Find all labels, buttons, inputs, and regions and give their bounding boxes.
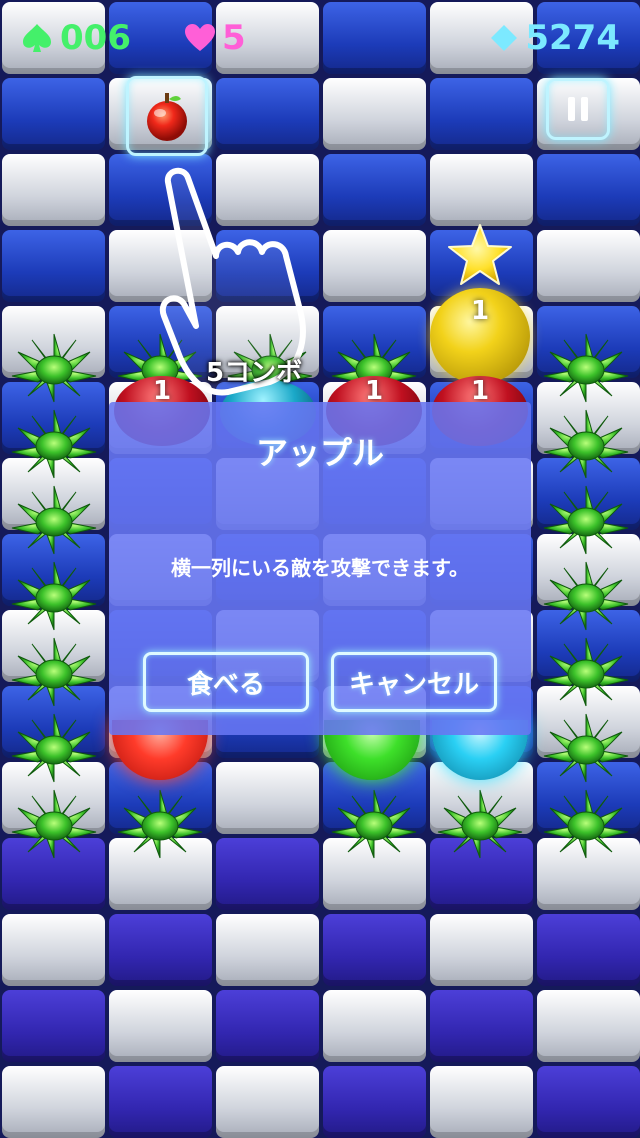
diamond-icon — [491, 25, 518, 51]
board-tile — [109, 1066, 212, 1138]
board-tile — [430, 914, 533, 986]
bush-obstacle — [540, 484, 632, 556]
pause-icon — [568, 97, 588, 121]
spade-icon — [23, 24, 51, 52]
board-tile — [216, 762, 319, 834]
orb-number: 1 — [470, 296, 490, 326]
board-tile — [323, 1066, 426, 1138]
bush-obstacle — [434, 788, 526, 860]
bush-obstacle — [8, 332, 100, 404]
moves-counter: 006 — [20, 16, 131, 60]
board-tile — [323, 78, 426, 150]
bush-obstacle — [8, 636, 100, 708]
board-tile — [430, 154, 533, 226]
bush-obstacle — [540, 408, 632, 480]
board-tile — [2, 1066, 105, 1138]
board-tile — [109, 914, 212, 986]
bush-obstacle — [540, 560, 632, 632]
bush-obstacle — [8, 408, 100, 480]
bush-obstacle — [114, 788, 206, 860]
board-tile — [323, 2, 426, 74]
board-tile — [323, 990, 426, 1062]
pause-button[interactable] — [546, 78, 610, 140]
board-tile — [2, 990, 105, 1062]
bush-obstacle — [540, 332, 632, 404]
board-tile — [537, 914, 640, 986]
heart-icon — [185, 24, 215, 51]
board-tile — [2, 154, 105, 226]
item-dialog: アップル 横一列にいる敵を攻撃できます。 食べる キャンセル — [109, 402, 531, 735]
lives-count: 5 — [222, 18, 246, 58]
board-tile — [216, 914, 319, 986]
cancel-button[interactable]: キャンセル — [331, 652, 497, 712]
board-tile — [2, 914, 105, 986]
eat-button[interactable]: 食べる — [143, 652, 309, 712]
dialog-title: アップル — [255, 434, 384, 472]
lives-counter: 5 — [184, 16, 246, 60]
board-tile — [430, 78, 533, 150]
board-tile — [109, 990, 212, 1062]
board-tile — [537, 1066, 640, 1138]
bush-obstacle — [540, 788, 632, 860]
board-tile — [430, 1066, 533, 1138]
board-tile — [537, 154, 640, 226]
board-tile — [2, 78, 105, 150]
combo-text: 5コンボ — [206, 358, 303, 388]
board-tile — [537, 230, 640, 302]
board-tile — [216, 990, 319, 1062]
star-icon — [448, 224, 512, 285]
bush-obstacle — [540, 636, 632, 708]
board-tile — [2, 230, 105, 302]
bush-obstacle — [8, 788, 100, 860]
bush-obstacle — [328, 788, 420, 860]
gems-counter: 5274 — [489, 16, 620, 60]
yellow-orb[interactable]: 1 — [430, 288, 530, 384]
dialog-message: 横一列にいる敵を攻撃できます。 — [171, 556, 469, 580]
board-tile — [323, 914, 426, 986]
board-tile — [216, 1066, 319, 1138]
bush-obstacle — [8, 484, 100, 556]
bush-obstacle — [8, 560, 100, 632]
bush-obstacle — [540, 712, 632, 784]
moves-count: 006 — [60, 18, 131, 58]
board-tile — [216, 78, 319, 150]
board-tile — [216, 838, 319, 910]
item-slot[interactable] — [126, 76, 208, 156]
apple-icon — [147, 93, 187, 141]
board-tile — [430, 990, 533, 1062]
board-tile — [537, 990, 640, 1062]
bush-obstacle — [8, 712, 100, 784]
gems-count: 5274 — [525, 18, 620, 58]
